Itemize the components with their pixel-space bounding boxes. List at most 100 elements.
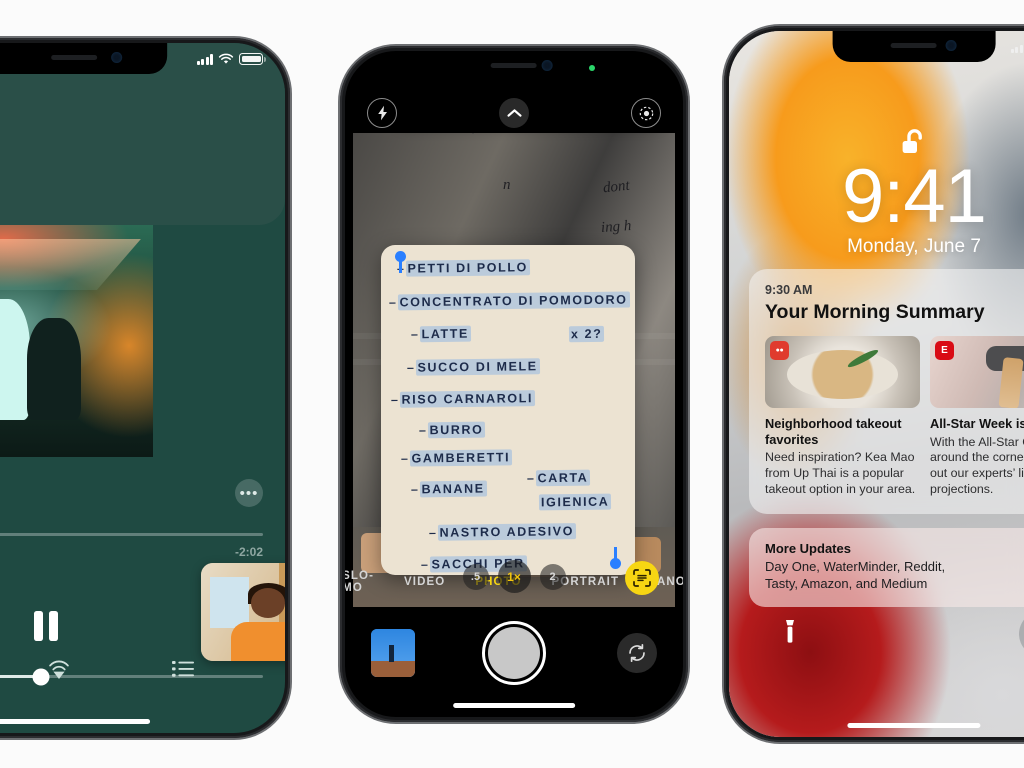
summary-card-takeout[interactable]: ●● Neighborhood takeout favorites Need i…	[765, 336, 920, 498]
pip-person-face	[251, 588, 285, 618]
takeout-thumbnail: ●●	[765, 336, 920, 408]
shutter-button[interactable]	[482, 621, 546, 685]
flashlight-button[interactable]	[771, 613, 809, 651]
note-line[interactable]: – RISO CARNAROLI	[391, 390, 536, 408]
live-text-note[interactable]: –PETTI DI POLLO –CONCENTRATO DI POMODORO…	[381, 245, 635, 575]
live-text-scan-icon[interactable]	[625, 561, 659, 595]
album-artwork	[0, 225, 153, 457]
scrubber-times: 0:16 -2:02	[0, 545, 263, 559]
live-photo-button[interactable]	[631, 98, 661, 128]
battery-icon	[239, 52, 266, 65]
context-menu-tail	[465, 133, 481, 134]
notch	[439, 51, 589, 82]
notch	[832, 31, 996, 62]
notification-summary-card[interactable]: 9:30 AM Your Morning Summary 11 ●● Neigh…	[749, 269, 1024, 514]
live-photo-icon	[639, 106, 653, 120]
scene-handwriting: ing h	[600, 217, 632, 237]
airplay-icon	[49, 660, 69, 679]
zoom-1x-button[interactable]: 1×	[497, 560, 531, 593]
summary-time: 9:30 AM	[765, 283, 813, 297]
phone3-screen: 9:41 Monday, June 7 9:30 AM Your Morning…	[729, 31, 1024, 737]
artwork-figure	[27, 317, 81, 420]
player-tab-bar: ” ”	[0, 647, 285, 691]
card-body: With the All-Star Game just around the c…	[930, 434, 1024, 496]
more-updates-card[interactable]: More Updates Day One, WaterMinder, Reddi…	[749, 528, 1024, 608]
earpiece-speaker	[890, 43, 937, 48]
last-photo-thumbnail[interactable]	[371, 629, 415, 677]
phone1-screen: 9:41 ♫ Started “Smile”	[0, 43, 285, 733]
wifi-icon	[218, 53, 234, 64]
zoom-2x-button[interactable]: 2	[539, 563, 566, 590]
food-plate	[786, 350, 899, 400]
home-indicator[interactable]	[0, 719, 150, 724]
selection-handle-start[interactable]	[395, 251, 406, 273]
queue-tab[interactable]	[172, 660, 195, 678]
status-indicators	[196, 52, 266, 65]
note-line[interactable]: –PETTI DI POLLO	[397, 259, 530, 277]
home-indicator[interactable]	[847, 723, 981, 728]
live-text-scan-glyph	[633, 569, 651, 587]
chevron-up-icon	[507, 109, 521, 117]
thumbnail-rock	[371, 660, 415, 677]
summary-cards: ●● Neighborhood takeout favorites Need i…	[765, 336, 1024, 498]
espn-icon: E	[935, 341, 954, 360]
scrubber-track[interactable]	[0, 533, 263, 536]
scene-handwriting: dont	[602, 177, 631, 197]
more-updates-body: Day One, WaterMinder, Reddit, Tasty, Ama…	[765, 559, 946, 592]
album-artwork-image	[0, 225, 153, 457]
zoom-0.5x-button[interactable]: .5	[462, 563, 489, 590]
queue-list-icon	[172, 661, 195, 677]
note-line[interactable]: – LATTE	[411, 325, 472, 343]
earpiece-speaker	[491, 63, 537, 68]
note-line[interactable]: – CARTA	[527, 469, 591, 487]
phone2-screen: n dont ing h nyon –	[345, 51, 683, 717]
note-line[interactable]: – SUCCO DI MELE	[407, 358, 540, 376]
note-line[interactable]: – CONCENTRATO DI POMODORO	[389, 291, 630, 311]
airplay-tab[interactable]	[47, 658, 71, 680]
card-body: Need inspiration? Kea Mao from Up Thai i…	[765, 450, 916, 496]
lock-screen-date: Monday, June 7	[847, 236, 981, 257]
note-line[interactable]: – BURRO	[419, 421, 486, 439]
lock-screen-clock: 9:41	[842, 154, 987, 239]
flip-camera-button[interactable]	[617, 633, 657, 673]
pause-button[interactable]	[0, 609, 101, 643]
camera-viewfinder[interactable]: n dont ing h nyon –	[353, 133, 675, 607]
note-line[interactable]: – NASTRO ADESIVO	[429, 523, 577, 541]
expand-controls-button[interactable]	[499, 98, 529, 128]
earpiece-speaker	[50, 55, 97, 60]
status-indicators	[1010, 41, 1024, 53]
card-headline: Neighborhood takeout favorites	[765, 416, 902, 447]
artwork-figure	[0, 299, 30, 420]
flash-button[interactable]	[367, 98, 397, 128]
signal-icon	[196, 53, 213, 65]
notch	[0, 43, 167, 74]
thumbnail-person	[389, 645, 395, 662]
camera-top-bar	[345, 93, 683, 133]
note-line[interactable]: – GAMBERETTI	[401, 449, 513, 467]
flip-camera-icon	[629, 643, 645, 663]
now-playing-meta: Smile Wolf Alice •••	[0, 473, 263, 521]
note-line[interactable]: IGIENICA	[538, 493, 612, 511]
artwork-shelter	[0, 238, 141, 290]
summary-card-allstar[interactable]: E All-Star Week is coming! With the All-…	[930, 336, 1024, 498]
note-line[interactable]: – BANANE	[411, 480, 487, 498]
playback-scrubber[interactable]: 0:16 -2:02	[0, 533, 263, 559]
remaining-time: -2:02	[234, 545, 263, 559]
camera-in-use-indicator	[589, 65, 596, 71]
pip-window	[210, 576, 249, 628]
card-headline: All-Star Week is coming!	[930, 416, 1024, 431]
more-options-button[interactable]: •••	[235, 479, 263, 507]
flash-icon	[377, 105, 387, 121]
baseball-thumbnail: E	[930, 336, 1024, 408]
front-camera	[541, 60, 553, 71]
note-line[interactable]: x 2?	[568, 325, 605, 343]
signal-icon	[1010, 42, 1024, 53]
home-indicator[interactable]	[453, 703, 575, 708]
baseball-bat	[998, 356, 1024, 408]
flashlight-icon	[786, 620, 794, 643]
facetime-shareplay-phone: 9:41 ♫ Started “Smile”	[0, 38, 290, 738]
screenshot-stage: 9:41 ♫ Started “Smile”	[0, 0, 1024, 768]
pause-icon	[34, 611, 58, 641]
more-updates-title: More Updates	[765, 541, 851, 556]
front-camera	[945, 40, 957, 51]
